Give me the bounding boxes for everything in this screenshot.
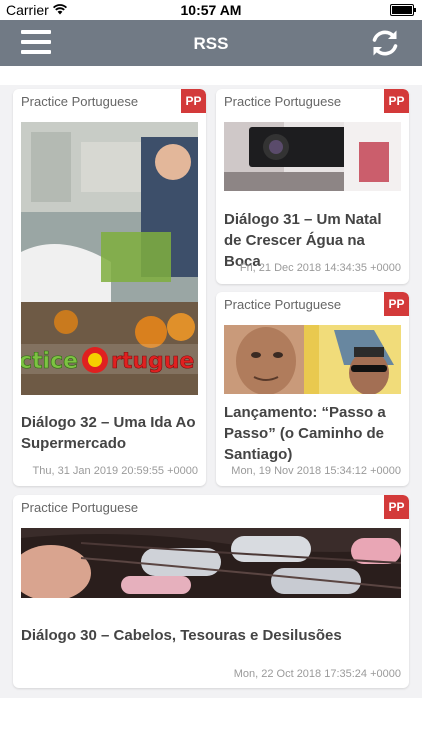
article-date: Fri, 21 Dec 2018 14:34:35 +0000 — [239, 262, 401, 274]
article-card[interactable]: Practice Portuguese PP Lançamento: “Pass… — [216, 292, 409, 486]
article-thumbnail — [224, 325, 401, 394]
article-thumbnail: ctice rtugue — [21, 122, 198, 395]
source-label: Practice Portuguese — [21, 500, 139, 515]
svg-text:rtugue: rtugue — [111, 349, 194, 374]
source-label: Practice Portuguese — [224, 94, 342, 109]
page-title: RSS — [193, 34, 229, 53]
status-bar: Carrier 10:57 AM — [0, 0, 422, 20]
source-badge: PP — [384, 292, 409, 316]
svg-text:ctice: ctice — [21, 349, 78, 374]
source-label: Practice Portuguese — [224, 297, 342, 312]
source-label: Practice Portuguese — [21, 94, 139, 109]
article-title: Diálogo 30 – Cabelos, Tesouras e Desilus… — [21, 627, 342, 644]
refresh-icon[interactable] — [368, 26, 402, 60]
article-title: Diálogo 32 – Uma Ida Ao Supermercado — [21, 414, 196, 452]
article-card[interactable]: Practice Portuguese PP ctice rtugue Diál… — [13, 89, 206, 486]
article-date: Thu, 31 Jan 2019 20:59:55 +0000 — [32, 465, 198, 477]
status-time: 10:57 AM — [180, 2, 242, 18]
article-thumbnail — [21, 528, 401, 598]
source-badge: PP — [181, 89, 206, 113]
article-date: Mon, 22 Oct 2018 17:35:24 +0000 — [233, 668, 401, 680]
article-card[interactable]: Practice Portuguese PP Diálogo 30 – Cabe… — [13, 495, 409, 688]
article-date: Mon, 19 Nov 2018 15:34:12 +0000 — [231, 465, 401, 477]
bottom-spacer — [0, 698, 422, 750]
source-badge: PP — [384, 89, 409, 113]
top-spacer — [0, 66, 422, 85]
navigation-bar: RSS — [0, 20, 422, 66]
article-card[interactable]: Practice Portuguese PP Diálogo 31 – Um N… — [216, 89, 409, 284]
battery-icon — [390, 4, 416, 16]
article-title: Lançamento: “Passo a Passo” (o Caminho d… — [224, 404, 386, 463]
article-thumbnail — [224, 122, 401, 191]
source-badge: PP — [384, 495, 409, 519]
